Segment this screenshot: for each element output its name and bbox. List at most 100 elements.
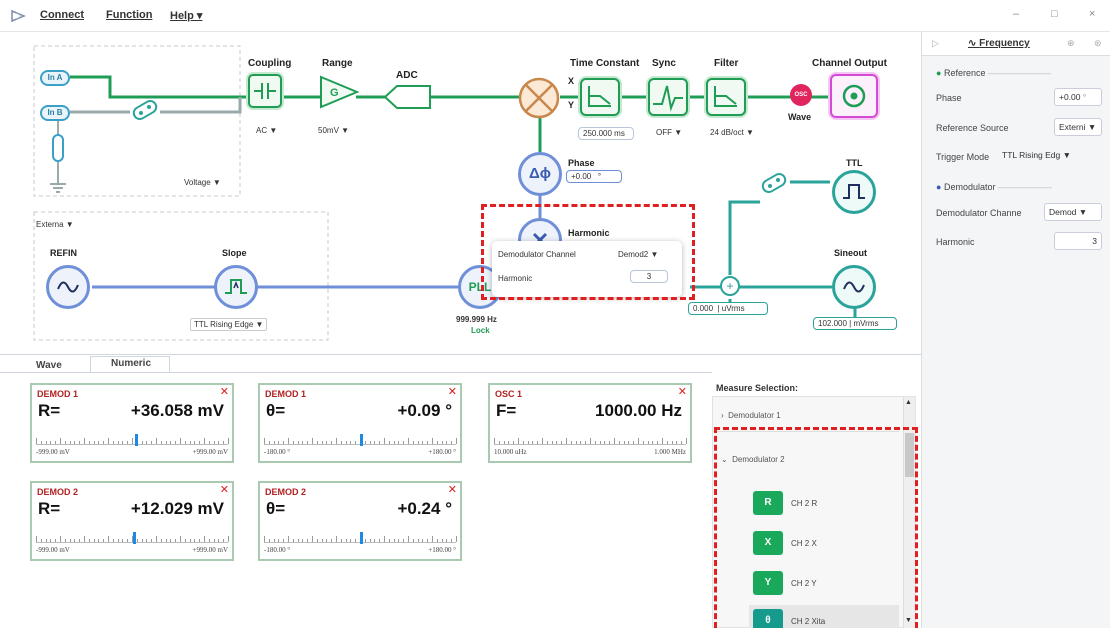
meter-tick [273, 539, 275, 542]
sineout-amplitude-field[interactable]: 102.000 | mVrms [813, 317, 897, 330]
sum-amplitude-field[interactable]: 0.000 | uVrms [688, 302, 768, 315]
input-switch-icon[interactable] [130, 98, 160, 124]
sineout-button[interactable] [832, 265, 876, 309]
input-b-badge[interactable]: In B [40, 105, 70, 121]
sync-dropdown[interactable]: OFF ▼ [656, 128, 682, 137]
slope-dropdown[interactable]: TTL Rising Edge ▼ [190, 318, 268, 331]
phase-input-value: +0.00 [1059, 92, 1081, 102]
menu-connect[interactable]: Connect [40, 9, 84, 21]
meter-tick [60, 438, 61, 444]
phase-input[interactable]: +0.00 ° [1054, 88, 1102, 106]
minimize-button[interactable]: – [1013, 8, 1019, 20]
sync-value: OFF [656, 128, 672, 137]
sync-block[interactable] [648, 78, 688, 116]
meter-tick [84, 438, 85, 444]
meter-tick [321, 539, 323, 542]
tab-numeric[interactable]: Numeric [111, 358, 151, 369]
maximize-button[interactable]: □ [1051, 8, 1058, 20]
osc-badge[interactable]: OSC [790, 84, 812, 106]
meter-tick [393, 441, 395, 444]
filter-block[interactable] [706, 78, 746, 116]
meter-tick [50, 441, 52, 444]
slope-button[interactable] [214, 265, 258, 309]
coupling-block[interactable] [248, 74, 282, 108]
meter-tick [336, 438, 337, 444]
meter-tick [223, 539, 225, 542]
meter-tick [537, 441, 539, 444]
reference-source-select[interactable]: Externi ▼ [1054, 118, 1102, 136]
menu-function[interactable]: Function [106, 9, 152, 21]
adc-block[interactable] [383, 84, 433, 110]
phase-input-unit: ° [1082, 92, 1087, 102]
meter-max: +999.00 mV [192, 448, 228, 456]
measure-group-demod1[interactable]: › Demodulator 1 [721, 411, 781, 420]
meter-min: -180.00 ° [264, 448, 291, 456]
sineout-label: Sineout [834, 248, 867, 258]
phase-field[interactable]: +0.00 ° [566, 170, 622, 183]
meter-tick [50, 539, 52, 542]
trigger-mode-value: TTL Rising Edg [1002, 150, 1061, 160]
reference-dot-icon: ● [936, 68, 942, 78]
input-mode-dropdown[interactable]: Voltage ▼ [184, 178, 221, 187]
meter-tick [422, 441, 424, 444]
osc-wave-label: Wave [788, 112, 812, 122]
tab-wave[interactable]: Wave [36, 360, 62, 371]
meter-close-icon[interactable]: ✕ [448, 385, 457, 398]
time-constant-field[interactable]: 250.000 ms [578, 127, 634, 140]
panel-more-icon[interactable]: ⊛ [1094, 38, 1102, 49]
pll-lock-status: Lock [471, 326, 490, 335]
close-window-button[interactable]: × [1089, 8, 1095, 20]
meter-close-icon[interactable]: ✕ [678, 385, 687, 398]
meter-level-marker [133, 532, 137, 544]
panel-back-icon[interactable]: ▷ [932, 38, 939, 49]
meter-tick [112, 441, 114, 444]
output-switch-icon[interactable] [758, 170, 790, 196]
meter-scale [36, 434, 229, 446]
scroll-up-icon[interactable]: ▲ [905, 399, 912, 406]
channel-output-block[interactable] [830, 74, 878, 118]
meter-tick [228, 536, 229, 542]
tab-frequency[interactable]: ∿ Frequency [968, 38, 1030, 49]
ttl-button[interactable] [832, 170, 876, 214]
properties-panel: ▷ ∿ Frequency ⊕ ⊛ ● Reference ——————— Ph… [921, 32, 1110, 628]
range-amplifier-block[interactable]: G [318, 74, 360, 110]
meter-tick [436, 441, 438, 444]
meter-tick [681, 441, 683, 444]
time-constant-block[interactable] [580, 78, 620, 116]
reference-source-dropdown[interactable]: Externa ▼ [36, 220, 74, 229]
meter-tick [561, 441, 563, 444]
refin-button[interactable] [46, 265, 90, 309]
meter-title: DEMOD 2 [37, 487, 79, 497]
sum-node-icon: + [720, 276, 740, 296]
phase-shifter-button[interactable]: Δϕ [518, 152, 562, 196]
meter-close-icon[interactable]: ✕ [220, 385, 229, 398]
meter-tick [384, 438, 385, 444]
harmonic-input[interactable]: 3 [1054, 232, 1102, 250]
meter-tick [412, 441, 414, 444]
meter-tick [408, 536, 409, 542]
menu-help[interactable]: Help ▾ [170, 9, 202, 22]
demodulator-channel-select[interactable]: Demod ▼ [1044, 203, 1102, 221]
meter-level-marker [360, 532, 363, 544]
demodulator-dot-icon: ● [936, 182, 942, 192]
meter-tick [590, 438, 591, 444]
meter-close-icon[interactable]: ✕ [448, 483, 457, 496]
input-a-badge[interactable]: In A [40, 70, 70, 86]
range-dropdown[interactable]: 50mV ▼ [318, 126, 349, 135]
coupling-dropdown[interactable]: AC ▼ [256, 126, 277, 135]
meter-tick [384, 536, 385, 542]
panel-settings-icon[interactable]: ⊕ [1067, 38, 1075, 49]
trigger-mode-select[interactable]: TTL Rising Edg ▼ [998, 147, 1102, 165]
meter-tick [403, 441, 405, 444]
mixer-icon[interactable] [517, 76, 561, 120]
meter-tick [264, 438, 265, 444]
meter-tick [213, 539, 215, 542]
meter-tick [208, 539, 210, 542]
meter-tick [204, 438, 205, 444]
meter-min: -180.00 ° [264, 546, 291, 554]
meter-tick [108, 438, 109, 444]
meter-tick [160, 441, 162, 444]
meter-close-icon[interactable]: ✕ [220, 483, 229, 496]
filter-dropdown[interactable]: 24 dB/oct ▼ [710, 128, 754, 137]
meter-tick [218, 539, 220, 542]
